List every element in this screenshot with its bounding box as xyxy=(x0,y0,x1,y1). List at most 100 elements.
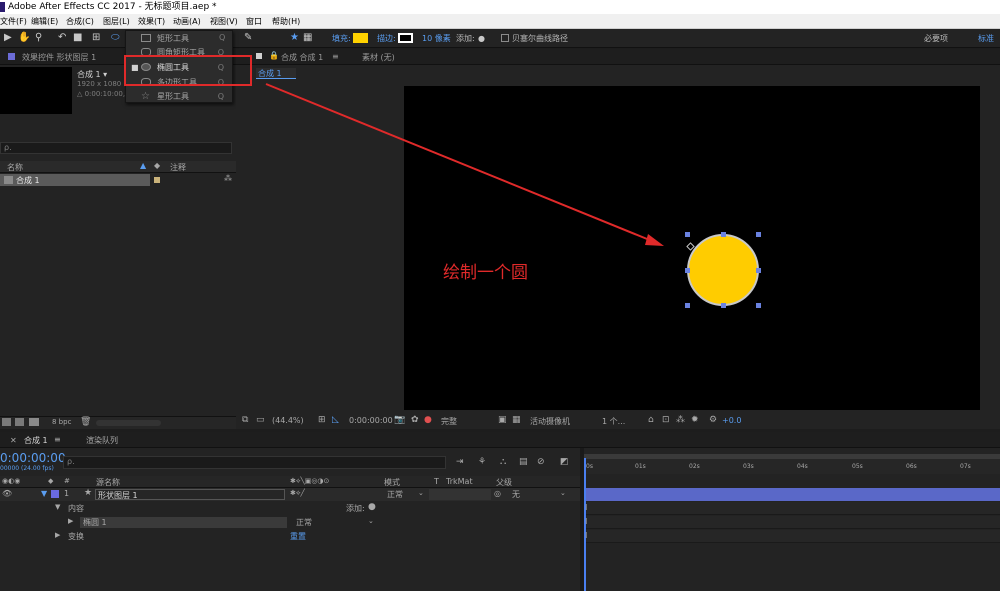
lock-icon[interactable]: 🔒 xyxy=(269,51,279,60)
stroke-color-swatch[interactable] xyxy=(398,33,413,43)
mode-chevron-icon[interactable]: ⌄ xyxy=(418,489,424,497)
col-mode[interactable]: 模式 xyxy=(384,477,400,488)
ellipse-mode-chevron-icon[interactable]: ⌄ xyxy=(368,517,374,525)
new-comp-icon[interactable] xyxy=(29,418,39,426)
zoom-dropdown[interactable]: (44.4%) xyxy=(272,416,304,425)
transparency-grid-icon[interactable]: ▦ xyxy=(512,415,521,425)
visibility-eye-icon[interactable]: 👁 xyxy=(2,489,12,498)
hand-tool-icon[interactable]: ✋ xyxy=(18,32,30,44)
stroke-label[interactable]: 描边: xyxy=(377,33,396,44)
render-queue-tab[interactable]: 渲染队列 xyxy=(86,435,118,446)
layer-parent-dropdown[interactable]: 无 xyxy=(512,489,520,500)
contents-add-icon[interactable]: ● xyxy=(368,502,376,512)
workspace-standard[interactable]: 标准 xyxy=(978,33,994,44)
trash-icon[interactable]: 🗑 xyxy=(80,417,91,427)
monitor-icon[interactable]: ▭ xyxy=(256,415,265,425)
star-snap-icon[interactable]: ★ xyxy=(290,32,299,44)
bbox-handle-tm[interactable] xyxy=(721,232,726,237)
show-snapshot-icon[interactable]: ✿ xyxy=(411,415,419,425)
col-name[interactable]: 名称 xyxy=(7,162,23,173)
timeline-timecode[interactable]: 0:00:00:00 xyxy=(0,451,66,465)
bbox-handle-ml[interactable] xyxy=(685,268,690,273)
snapshot-icon[interactable]: 📷 xyxy=(394,415,405,425)
color-channel-icon[interactable]: ● xyxy=(424,415,432,425)
viewer-timecode[interactable]: 0:00:00:00 xyxy=(349,416,393,425)
timeline-comp-tab[interactable]: 合成 1 xyxy=(24,435,48,446)
layer-duration-bar[interactable] xyxy=(586,488,1000,501)
tab-menu-icon[interactable]: ≡ xyxy=(332,52,339,61)
menu-window[interactable]: 窗口 xyxy=(246,14,262,29)
menu-view[interactable]: 视图(V) xyxy=(210,14,238,29)
label-col-icon[interactable]: ◆ xyxy=(48,477,53,485)
layer-name-field[interactable]: 形状图层 1 xyxy=(95,489,285,500)
yellow-circle-shape[interactable] xyxy=(687,234,759,306)
add-button-icon[interactable]: ● xyxy=(478,33,485,45)
bbox-handle-tr[interactable] xyxy=(756,232,761,237)
flowchart-viewer-icon[interactable]: ⁂ xyxy=(676,415,685,425)
viewer-menu-icon[interactable] xyxy=(256,53,262,59)
ellipse-group-row[interactable]: ▶ 椭圆 1 正常 ⌄ xyxy=(0,516,580,530)
region-icon[interactable]: ⧉ xyxy=(242,415,248,425)
timeline-search-input[interactable]: ρ. xyxy=(63,456,446,469)
shy-layers-icon[interactable]: ⛬ xyxy=(500,457,506,467)
comp-sub-tab[interactable]: 合成 1 xyxy=(256,68,296,79)
menu-composition[interactable]: 合成(C) xyxy=(66,14,94,29)
toggle-icon[interactable]: ▦ xyxy=(303,32,312,44)
fast-preview-icon[interactable]: ⌂ xyxy=(648,415,654,425)
av-switches-icon[interactable]: ◉◐◉ xyxy=(2,477,20,485)
selection-tool-icon[interactable]: ▶ xyxy=(4,32,12,44)
interpret-footage-icon[interactable] xyxy=(2,418,11,426)
frame-blending-icon[interactable]: ▤ xyxy=(519,457,528,467)
ellipse-keyframe-marker-icon[interactable]: I xyxy=(585,517,587,526)
col-trkmat[interactable]: TrkMat xyxy=(446,477,473,486)
contents-row[interactable]: ▼ 内容 添加: ● xyxy=(0,502,580,516)
bbox-handle-bm[interactable] xyxy=(721,303,726,308)
exposure-icon[interactable]: ⚙ xyxy=(709,415,717,425)
sort-icon[interactable]: ▲ xyxy=(140,161,146,170)
reset-link[interactable]: 重置 xyxy=(290,531,306,542)
layer-row-1[interactable]: 👁 ▼ 1 ★ 形状图层 1 ✱⟡╱ 正常 ⌄ ◎ 无 ⌄ xyxy=(0,488,580,501)
pickwhip-icon[interactable]: ◎ xyxy=(494,489,501,498)
anchor-point-handle[interactable] xyxy=(686,242,695,251)
shape-tool-icon[interactable]: ⬭ xyxy=(111,32,120,44)
col-source-name[interactable]: 源名称 xyxy=(96,477,120,488)
layer-expand-icon[interactable]: ▼ xyxy=(41,489,47,498)
mask-icon[interactable]: ◺ xyxy=(332,415,339,425)
project-comp-name[interactable]: 合成 1 ▾ xyxy=(77,69,107,80)
roi-icon[interactable]: ▣ xyxy=(498,415,507,425)
menu-layer[interactable]: 图层(L) xyxy=(103,14,130,29)
menu-animation[interactable]: 动画(A) xyxy=(173,14,201,29)
workspace-essentials[interactable]: 必要项 xyxy=(924,33,948,44)
comp-mini-flowchart-icon[interactable]: ⇥ xyxy=(456,457,464,467)
project-search-input[interactable]: ρ. xyxy=(0,142,232,154)
exposure-value[interactable]: +0.0 xyxy=(722,416,741,425)
motion-blur-icon[interactable]: ⊘ xyxy=(537,457,545,467)
layer-mode-dropdown[interactable]: 正常 xyxy=(387,489,403,500)
draft-3d-icon[interactable]: ⚘ xyxy=(478,457,486,467)
menu-file[interactable]: 文件(F) xyxy=(0,14,27,29)
switches-icons[interactable]: ✱⟡╲▣◎◑⊙ xyxy=(290,477,329,486)
transform-expand-icon[interactable]: ▶ xyxy=(55,531,60,539)
close-tab-icon[interactable]: ✕ xyxy=(10,436,17,445)
footage-tab[interactable]: 素材 (无) xyxy=(362,52,395,63)
bbox-handle-br[interactable] xyxy=(756,303,761,308)
col-comment[interactable]: 注释 xyxy=(170,162,186,173)
ellipse-mode-dropdown[interactable]: 正常 xyxy=(296,517,312,528)
project-item-row[interactable]: 合成 1 xyxy=(0,174,150,186)
timeline-icon[interactable]: ⊡ xyxy=(662,415,670,425)
col-t[interactable]: T xyxy=(434,477,439,486)
trkmat-dropdown[interactable] xyxy=(429,489,491,500)
graph-editor-icon[interactable]: ◩ xyxy=(560,457,569,467)
menu-help[interactable]: 帮助(H) xyxy=(272,14,300,29)
layer-label-color[interactable] xyxy=(51,490,59,498)
camera-dropdown[interactable]: 活动摄像机 xyxy=(530,416,570,427)
menu-item-star-tool[interactable]: ☆ 星形工具 Q xyxy=(126,89,232,104)
bpc-label[interactable]: 8 bpc xyxy=(52,418,71,426)
puppet-tool-icon[interactable]: ✎ xyxy=(244,32,252,44)
keyframe-marker-icon[interactable]: I xyxy=(585,503,587,512)
flowchart-icon[interactable]: ⁂ xyxy=(224,174,232,183)
views-dropdown[interactable]: 1 个... xyxy=(602,416,625,427)
work-area-bar[interactable] xyxy=(584,454,1000,459)
ellipse-name-field[interactable]: 椭圆 1 xyxy=(80,517,287,528)
transform-keyframe-marker-icon[interactable]: I xyxy=(585,531,587,540)
